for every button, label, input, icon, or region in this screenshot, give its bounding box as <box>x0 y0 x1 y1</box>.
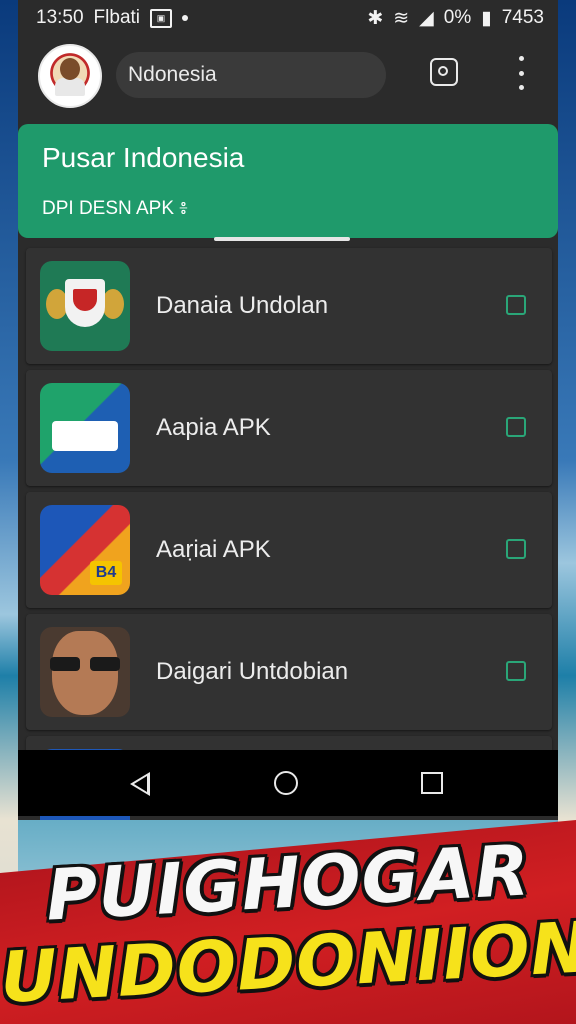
phone-screen: 13:50 Flbati ▣ ✱ ≋ ◢ 0% ▮ 7453 Ndonesia … <box>18 0 558 820</box>
status-number: 7453 <box>501 7 544 28</box>
avatar-body <box>55 78 85 96</box>
notification-dot-icon <box>182 15 189 21</box>
checkbox[interactable] <box>506 539 526 559</box>
bluetooth-icon: ✱ <box>367 7 384 29</box>
checkbox[interactable] <box>506 661 526 681</box>
banner-title: Pusar Indonesia <box>42 142 245 173</box>
top-app-bar: Ndonesia <box>18 36 558 116</box>
status-carrier: Flbati <box>93 7 141 28</box>
app-name: Danaia Undolan <box>156 292 329 319</box>
app-name: Daigari Untdobian <box>156 658 349 685</box>
wifi-icon: ≋ <box>393 7 410 29</box>
gallery-notification-icon: ▣ <box>150 8 173 28</box>
battery-percent: 0% <box>443 7 472 28</box>
b4-logo-icon: B4 <box>40 505 130 595</box>
avatar[interactable] <box>38 44 102 108</box>
list-item[interactable]: Aapia APK <box>26 370 552 486</box>
more-options-icon[interactable] <box>516 56 526 90</box>
status-bar: 13:50 Flbati ▣ ✱ ≋ ◢ 0% ▮ 7453 <box>18 0 558 36</box>
checkbox[interactable] <box>506 295 526 315</box>
avatar-face <box>60 58 80 80</box>
back-icon[interactable] <box>130 772 150 796</box>
home-icon[interactable] <box>274 771 298 795</box>
list-item[interactable]: B4 Aaṛiai APK <box>26 492 552 608</box>
green-blue-card-icon <box>40 383 130 473</box>
list-item[interactable]: Danaia Undolan <box>26 248 552 364</box>
signal-icon: ◢ <box>419 7 434 29</box>
android-nav-bar <box>18 750 558 816</box>
app-name: Aaṛiai APK <box>156 536 271 563</box>
drag-handle[interactable] <box>214 237 350 241</box>
status-time: 13:50 <box>36 7 84 28</box>
camera-icon[interactable] <box>430 58 458 86</box>
recent-apps-icon[interactable] <box>421 772 443 794</box>
battery-icon: ▮ <box>481 7 492 29</box>
checkbox[interactable] <box>506 417 526 437</box>
search-input[interactable]: Ndonesia <box>116 52 386 98</box>
garuda-emblem-icon <box>40 261 130 351</box>
app-list: Danaia Undolan Aapia APK B4 Aaṛiai APK D… <box>18 248 558 820</box>
list-item[interactable]: Daigari Untdobian <box>26 614 552 730</box>
app-name: Aapia APK <box>156 414 271 441</box>
banner-subtitle: DPI DESN APK ៖ <box>42 198 188 219</box>
header-banner[interactable]: Pusar Indonesia DPI DESN APK ៖ <box>18 124 558 238</box>
man-with-sunglasses-photo <box>40 627 130 717</box>
